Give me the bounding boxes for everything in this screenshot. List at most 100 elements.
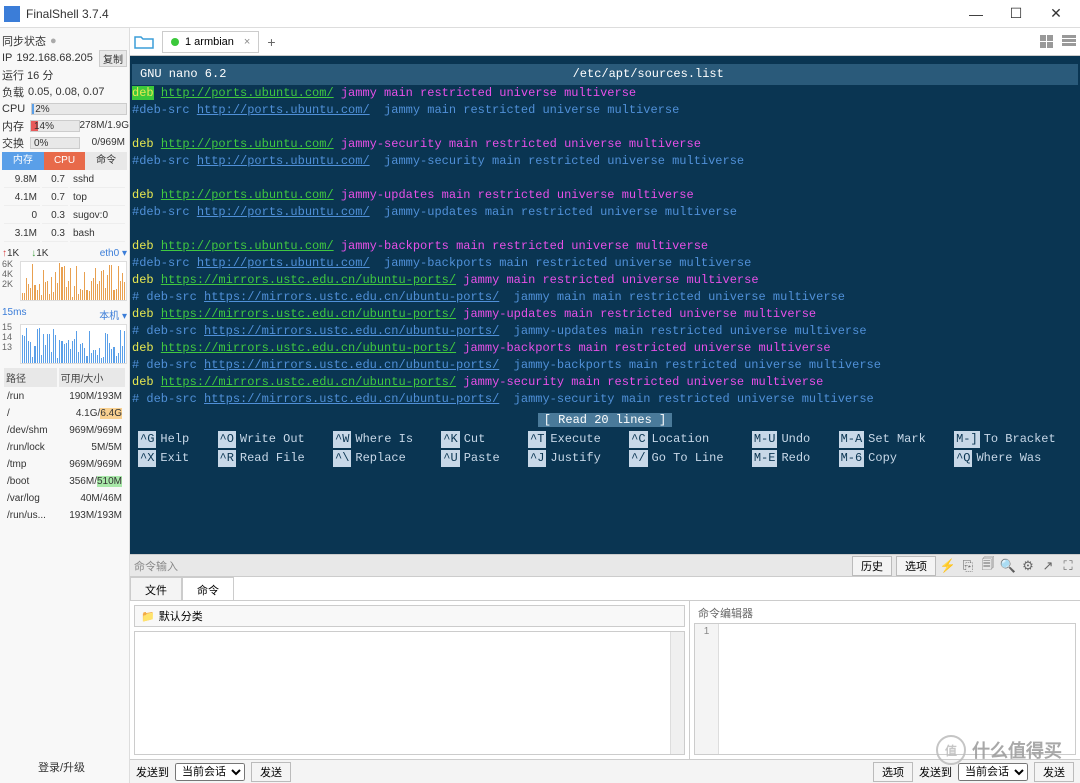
process-table: 9.8M0.7sshd 4.1M0.7top 00.3sugov:0 3.1M0.3b… xyxy=(2,170,127,244)
chevron-down-icon[interactable]: ▾ xyxy=(122,311,127,322)
tabbar: 1 armbian × + xyxy=(130,28,1080,56)
nano-shortcut: M-ERedo xyxy=(752,450,827,467)
terminal-line: #deb-src http://ports.ubuntu.com/ jammy-… xyxy=(132,153,1078,170)
command-bar: 命令输入 历史 选项 ⚡ ⎘ 🗐 🔍 ⚙ ↗ ⛶ xyxy=(130,554,1080,576)
sync-label: 同步状态 xyxy=(2,33,46,49)
fs-row[interactable]: /run/us...193M/193M xyxy=(4,508,125,523)
session-select-left[interactable]: 当前会话 xyxy=(175,763,245,781)
fs-row[interactable]: /dev/shm969M/969M xyxy=(4,423,125,438)
bottom-tab-cmd[interactable]: 命令 xyxy=(182,577,234,600)
terminal-line: #deb-src http://ports.ubuntu.com/ jammy … xyxy=(132,102,1078,119)
fs-row[interactable]: /tmp969M/969M xyxy=(4,457,125,472)
terminal-line: #deb-src http://ports.ubuntu.com/ jammy-… xyxy=(132,255,1078,272)
nano-shortcut: ^UPaste xyxy=(441,450,516,467)
terminal[interactable]: GNU nano 6.2/etc/apt/sources.list deb ht… xyxy=(130,56,1080,554)
nano-shortcut: M-ASet Mark xyxy=(839,431,943,448)
cpu-label: CPU xyxy=(2,103,25,115)
swap-val: 0/969M xyxy=(80,137,128,149)
ip-value: 192.168.68.205 xyxy=(16,52,92,64)
cmd-placeholder[interactable]: 命令输入 xyxy=(134,558,178,574)
close-button[interactable]: ✕ xyxy=(1036,0,1076,28)
tab-cmd[interactable]: 命令 xyxy=(85,152,127,170)
sidebar: 同步状态 ● IP 192.168.68.205复制 运行 16 分 负载 0.… xyxy=(0,28,130,783)
fullscreen-icon[interactable]: ⛶ xyxy=(1060,558,1076,574)
list-view-icon[interactable] xyxy=(1062,35,1080,49)
chevron-down-icon[interactable]: ▾ xyxy=(122,248,127,259)
app-icon xyxy=(4,6,20,22)
terminal-line: # deb-src https://mirrors.ustc.edu.cn/ub… xyxy=(132,391,1078,408)
category-row[interactable]: 📁 默认分类 xyxy=(134,605,685,627)
fs-row[interactable]: /boot356M/510M xyxy=(4,474,125,489)
process-row[interactable]: 9.8M0.7sshd xyxy=(4,172,125,188)
fs-hdr-size: 可用/大小 xyxy=(59,368,125,387)
send-button-right[interactable]: 发送 xyxy=(1034,762,1074,782)
options-button[interactable]: 选项 xyxy=(896,556,936,576)
command-editor[interactable]: 1 xyxy=(694,623,1076,755)
copy-icon[interactable]: 🗐 xyxy=(980,558,996,574)
close-tab-icon[interactable]: × xyxy=(244,36,250,48)
host[interactable]: 本机 xyxy=(99,311,119,322)
ip-label: IP xyxy=(2,52,12,64)
process-row[interactable]: 00.3sugov:0 xyxy=(4,208,125,224)
login-link[interactable]: 登录/升级 xyxy=(38,759,85,775)
terminal-line: deb http://ports.ubuntu.com/ jammy-secur… xyxy=(132,136,1078,153)
folder-icon[interactable] xyxy=(134,34,154,50)
bottom-tab-file[interactable]: 文件 xyxy=(130,577,182,600)
grid-view-icon[interactable] xyxy=(1040,35,1058,49)
latency: 15ms xyxy=(2,307,26,322)
terminal-line: deb http://ports.ubuntu.com/ jammy-backp… xyxy=(132,238,1078,255)
command-list[interactable] xyxy=(134,631,685,755)
nano-shortcut: ^/Go To Line xyxy=(629,450,740,467)
terminal-line: deb https://mirrors.ustc.edu.cn/ubuntu-p… xyxy=(132,374,1078,391)
nano-shortcut: ^JJustify xyxy=(528,450,617,467)
resource-tabs: 内存 CPU 命令 xyxy=(2,152,127,170)
folder-icon: 📁 xyxy=(141,610,155,623)
net-up: 1K xyxy=(7,248,19,259)
tab-armbian[interactable]: 1 armbian × xyxy=(162,31,259,53)
copy-button[interactable]: 复制 xyxy=(99,50,127,67)
fs-row[interactable]: /var/log40M/46M xyxy=(4,491,125,506)
clipboard-icon[interactable]: ⎘ xyxy=(960,558,976,574)
terminal-line: deb https://mirrors.ustc.edu.cn/ubuntu-p… xyxy=(132,272,1078,289)
load-label: 负载 xyxy=(2,84,24,100)
gear-icon[interactable]: ⚙ xyxy=(1020,558,1036,574)
process-row[interactable]: 3.1M0.3bash xyxy=(4,226,125,242)
fs-row[interactable]: /4.1G/6.4G xyxy=(4,406,125,421)
status-dot-icon xyxy=(171,38,179,46)
terminal-line: # deb-src https://mirrors.ustc.edu.cn/ub… xyxy=(132,289,1078,306)
editor-name: GNU nano 6.2 xyxy=(140,66,226,83)
nano-shortcut: ^WWhere Is xyxy=(333,431,429,448)
tab-cpu[interactable]: CPU xyxy=(44,152,86,170)
nano-shortcut: ^XExit xyxy=(138,450,206,467)
external-icon[interactable]: ↗ xyxy=(1040,558,1056,574)
nano-shortcut: ^GHelp xyxy=(138,431,206,448)
nano-shortcut: M-UUndo xyxy=(752,431,827,448)
titlebar: FinalShell 3.7.4 — ☐ ✕ xyxy=(0,0,1080,28)
terminal-line: deb http://ports.ubuntu.com/ jammy main … xyxy=(132,85,1078,102)
fs-row[interactable]: /run190M/193M xyxy=(4,389,125,404)
editor-header: 命令编辑器 xyxy=(690,601,1080,623)
terminal-line: deb https://mirrors.ustc.edu.cn/ubuntu-p… xyxy=(132,306,1078,323)
tab-mem[interactable]: 内存 xyxy=(2,152,44,170)
new-tab-button[interactable]: + xyxy=(267,34,275,50)
cpu-pct: 2% xyxy=(32,104,49,115)
scrollbar[interactable] xyxy=(670,632,684,754)
send-button-left[interactable]: 发送 xyxy=(251,762,291,782)
maximize-button[interactable]: ☐ xyxy=(996,0,1036,28)
session-select-right[interactable]: 当前会话 xyxy=(958,763,1028,781)
options-button-bottom[interactable]: 选项 xyxy=(873,762,913,782)
net-if[interactable]: eth0 xyxy=(100,248,119,259)
history-button[interactable]: 历史 xyxy=(852,556,892,576)
fs-row[interactable]: /run/lock5M/5M xyxy=(4,440,125,455)
search-icon[interactable]: 🔍 xyxy=(1000,558,1016,574)
process-row[interactable]: 4.1M0.7top xyxy=(4,190,125,206)
terminal-line: #deb-src http://ports.ubuntu.com/ jammy-… xyxy=(132,204,1078,221)
net-dn: 1K xyxy=(36,248,48,259)
terminal-line: # deb-src https://mirrors.ustc.edu.cn/ub… xyxy=(132,357,1078,374)
bolt-icon[interactable]: ⚡ xyxy=(940,558,956,574)
swap-pct: 0% xyxy=(31,138,48,149)
minimize-button[interactable]: — xyxy=(956,0,996,28)
default-category: 默认分类 xyxy=(159,608,203,624)
tab-label: 1 armbian xyxy=(185,36,234,48)
nano-shortcut: M-6Copy xyxy=(839,450,943,467)
